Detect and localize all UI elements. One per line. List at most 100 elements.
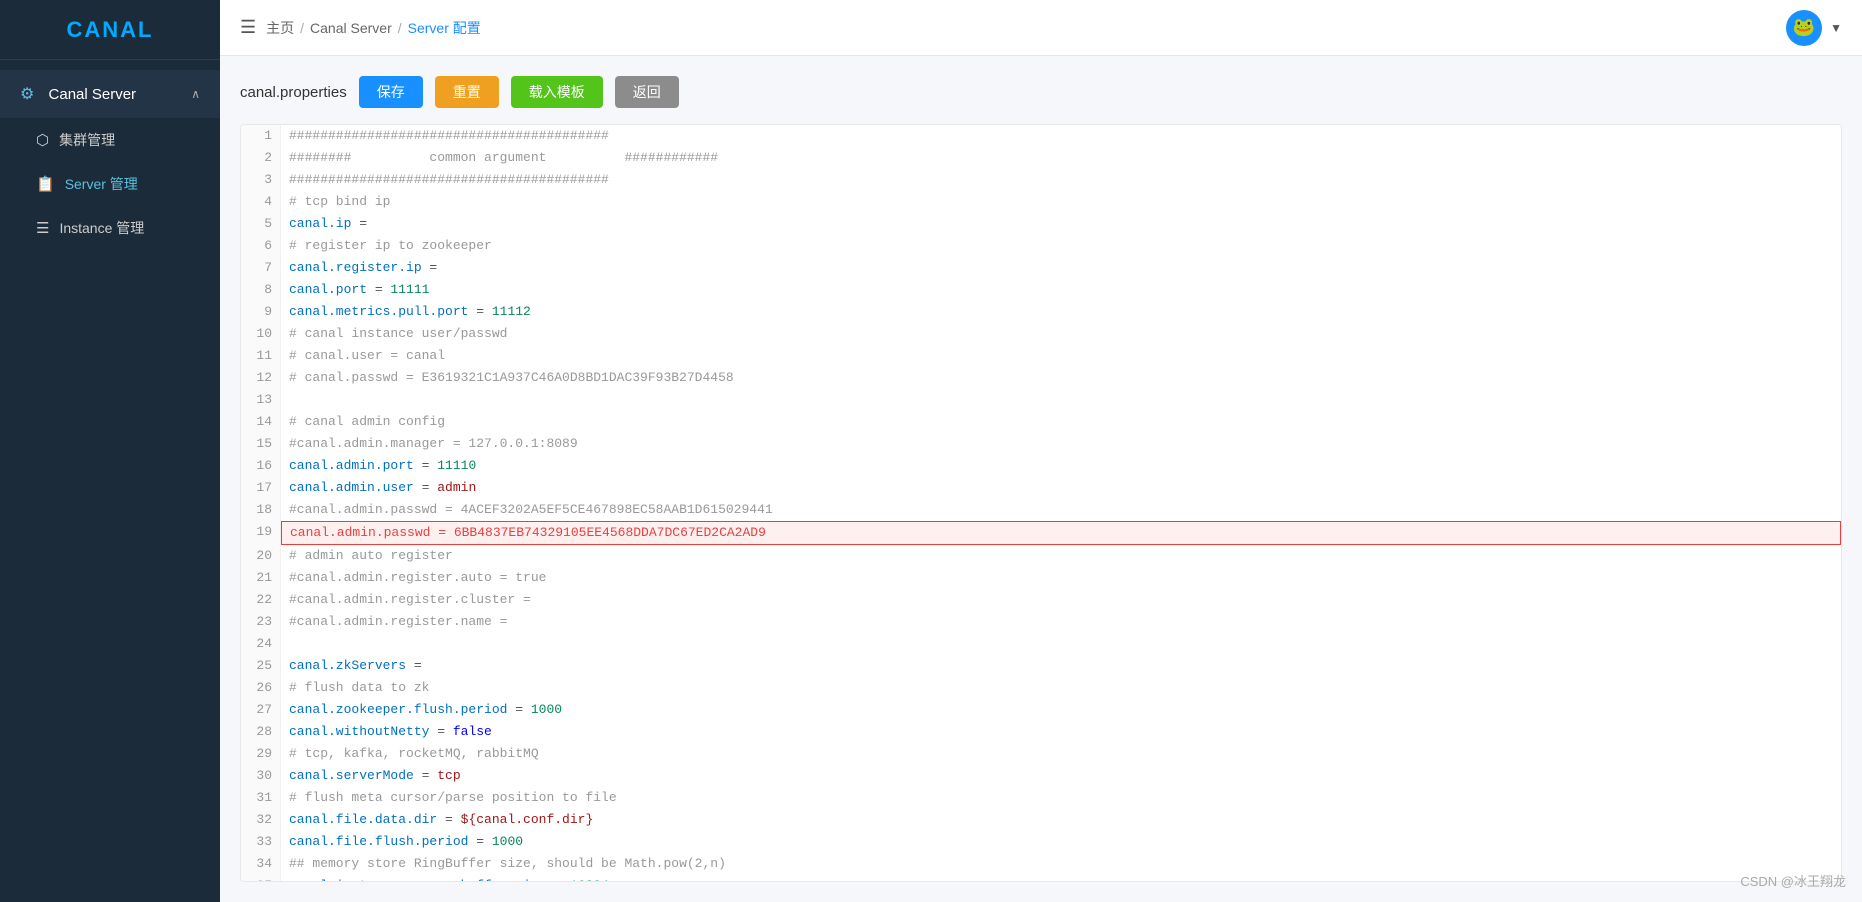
back-button[interactable]: 返回	[615, 76, 679, 108]
line-content: ## memory store RingBuffer size, should …	[281, 853, 1841, 875]
hamburger-icon[interactable]: ☰	[240, 17, 256, 38]
line-content: # canal.user = canal	[281, 345, 1841, 367]
topbar-right: 🐸 ▼	[1786, 10, 1842, 46]
save-button[interactable]: 保存	[359, 76, 423, 108]
line-content: # flush data to zk	[281, 677, 1841, 699]
line-number: 27	[241, 699, 281, 721]
line-content: #canal.admin.register.cluster =	[281, 589, 1841, 611]
code-editor-container[interactable]: 1#######################################…	[240, 124, 1842, 882]
file-label: canal.properties	[240, 84, 347, 101]
table-row: 18#canal.admin.passwd = 4ACEF3202A5EF5CE…	[241, 499, 1841, 521]
line-number: 31	[241, 787, 281, 809]
line-content: # admin auto register	[281, 545, 1841, 567]
line-number: 33	[241, 831, 281, 853]
table-row: 5canal.ip =	[241, 213, 1841, 235]
table-row: 6# register ip to zookeeper	[241, 235, 1841, 257]
line-content: canal.register.ip =	[281, 257, 1841, 279]
breadcrumb-section[interactable]: Canal Server	[310, 20, 392, 36]
line-content: canal.serverMode = tcp	[281, 765, 1841, 787]
line-number: 12	[241, 367, 281, 389]
line-number: 11	[241, 345, 281, 367]
load-template-button[interactable]: 载入模板	[511, 76, 603, 108]
sidebar-item-label: Instance 管理	[59, 218, 144, 238]
line-content: #canal.admin.register.name =	[281, 611, 1841, 633]
line-number: 7	[241, 257, 281, 279]
line-number: 24	[241, 633, 281, 655]
sidebar-item-cluster-mgmt[interactable]: ⬡ 集群管理	[0, 118, 220, 162]
table-row: 12# canal.passwd = E3619321C1A937C46A0D8…	[241, 367, 1841, 389]
line-number: 23	[241, 611, 281, 633]
cluster-icon: ⬡	[36, 131, 49, 149]
line-content: ########################################…	[281, 125, 1841, 147]
topbar-left: ☰ 主页 / Canal Server / Server 配置	[240, 17, 481, 38]
line-content: # tcp bind ip	[281, 191, 1841, 213]
table-row: 11# canal.user = canal	[241, 345, 1841, 367]
breadcrumb-home[interactable]: 主页	[266, 18, 294, 38]
topbar: ☰ 主页 / Canal Server / Server 配置 🐸 ▼	[220, 0, 1862, 56]
line-number: 9	[241, 301, 281, 323]
table-row: 16canal.admin.port = 11110	[241, 455, 1841, 477]
reset-button[interactable]: 重置	[435, 76, 499, 108]
line-content: canal.admin.user = admin	[281, 477, 1841, 499]
table-row: 20# admin auto register	[241, 545, 1841, 567]
line-content: # canal.passwd = E3619321C1A937C46A0D8BD…	[281, 367, 1841, 389]
table-row: 25canal.zkServers =	[241, 655, 1841, 677]
chevron-up-icon: ∧	[191, 87, 200, 101]
line-number: 29	[241, 743, 281, 765]
line-content: canal.zookeeper.flush.period = 1000	[281, 699, 1841, 721]
line-number: 16	[241, 455, 281, 477]
line-number: 34	[241, 853, 281, 875]
line-number: 1	[241, 125, 281, 147]
table-row: 34## memory store RingBuffer size, shoul…	[241, 853, 1841, 875]
table-row: 2######## common argument ############	[241, 147, 1841, 169]
sidebar-item-server-mgmt[interactable]: 📋 Server 管理	[0, 162, 220, 206]
gear-icon: ⚙	[20, 86, 34, 103]
line-content: canal.port = 11111	[281, 279, 1841, 301]
line-content: ########################################…	[281, 169, 1841, 191]
line-content: ######## common argument ############	[281, 147, 1841, 169]
content-header: canal.properties 保存 重置 载入模板 返回	[240, 76, 1842, 108]
watermark: CSDN @冰王翔龙	[1740, 871, 1846, 890]
line-content: canal.instance.memory.buffer.size = 1638…	[281, 875, 1841, 882]
line-number: 35	[241, 875, 281, 882]
line-content: # canal instance user/passwd	[281, 323, 1841, 345]
line-content: canal.file.flush.period = 1000	[281, 831, 1841, 853]
line-number: 6	[241, 235, 281, 257]
line-number: 14	[241, 411, 281, 433]
sidebar-item-instance-mgmt[interactable]: ☰ Instance 管理	[0, 206, 220, 250]
sidebar-logo: CANAL	[0, 0, 220, 60]
table-row: 27canal.zookeeper.flush.period = 1000	[241, 699, 1841, 721]
line-content: canal.admin.passwd = 6BB4837EB74329105EE…	[281, 521, 1841, 545]
table-row: 10# canal instance user/passwd	[241, 323, 1841, 345]
line-number: 26	[241, 677, 281, 699]
table-row: 30canal.serverMode = tcp	[241, 765, 1841, 787]
table-row: 28canal.withoutNetty = false	[241, 721, 1841, 743]
line-content: #canal.admin.register.auto = true	[281, 567, 1841, 589]
avatar[interactable]: 🐸	[1786, 10, 1822, 46]
breadcrumb-sep1: /	[300, 20, 304, 36]
content-area: canal.properties 保存 重置 载入模板 返回 1########…	[220, 56, 1862, 902]
line-number: 19	[241, 521, 281, 545]
table-row: 23#canal.admin.register.name =	[241, 611, 1841, 633]
table-row: 14# canal admin config	[241, 411, 1841, 433]
line-number: 13	[241, 389, 281, 411]
menu-group-header[interactable]: ⚙ Canal Server ∧	[0, 70, 220, 118]
line-number: 17	[241, 477, 281, 499]
line-content: # flush meta cursor/parse position to fi…	[281, 787, 1841, 809]
table-row: 31# flush meta cursor/parse position to …	[241, 787, 1841, 809]
table-row: 21#canal.admin.register.auto = true	[241, 567, 1841, 589]
line-content: # tcp, kafka, rocketMQ, rabbitMQ	[281, 743, 1841, 765]
line-content: canal.withoutNetty = false	[281, 721, 1841, 743]
table-row: 13	[241, 389, 1841, 411]
table-row: 35canal.instance.memory.buffer.size = 16…	[241, 875, 1841, 882]
table-row: 9canal.metrics.pull.port = 11112	[241, 301, 1841, 323]
table-row: 26# flush data to zk	[241, 677, 1841, 699]
line-number: 4	[241, 191, 281, 213]
line-number: 30	[241, 765, 281, 787]
line-content: canal.admin.port = 11110	[281, 455, 1841, 477]
sidebar-item-label: 集群管理	[59, 130, 115, 150]
table-row: 17canal.admin.user = admin	[241, 477, 1841, 499]
avatar-dropdown-icon[interactable]: ▼	[1830, 21, 1842, 35]
table-row: 1#######################################…	[241, 125, 1841, 147]
line-number: 15	[241, 433, 281, 455]
